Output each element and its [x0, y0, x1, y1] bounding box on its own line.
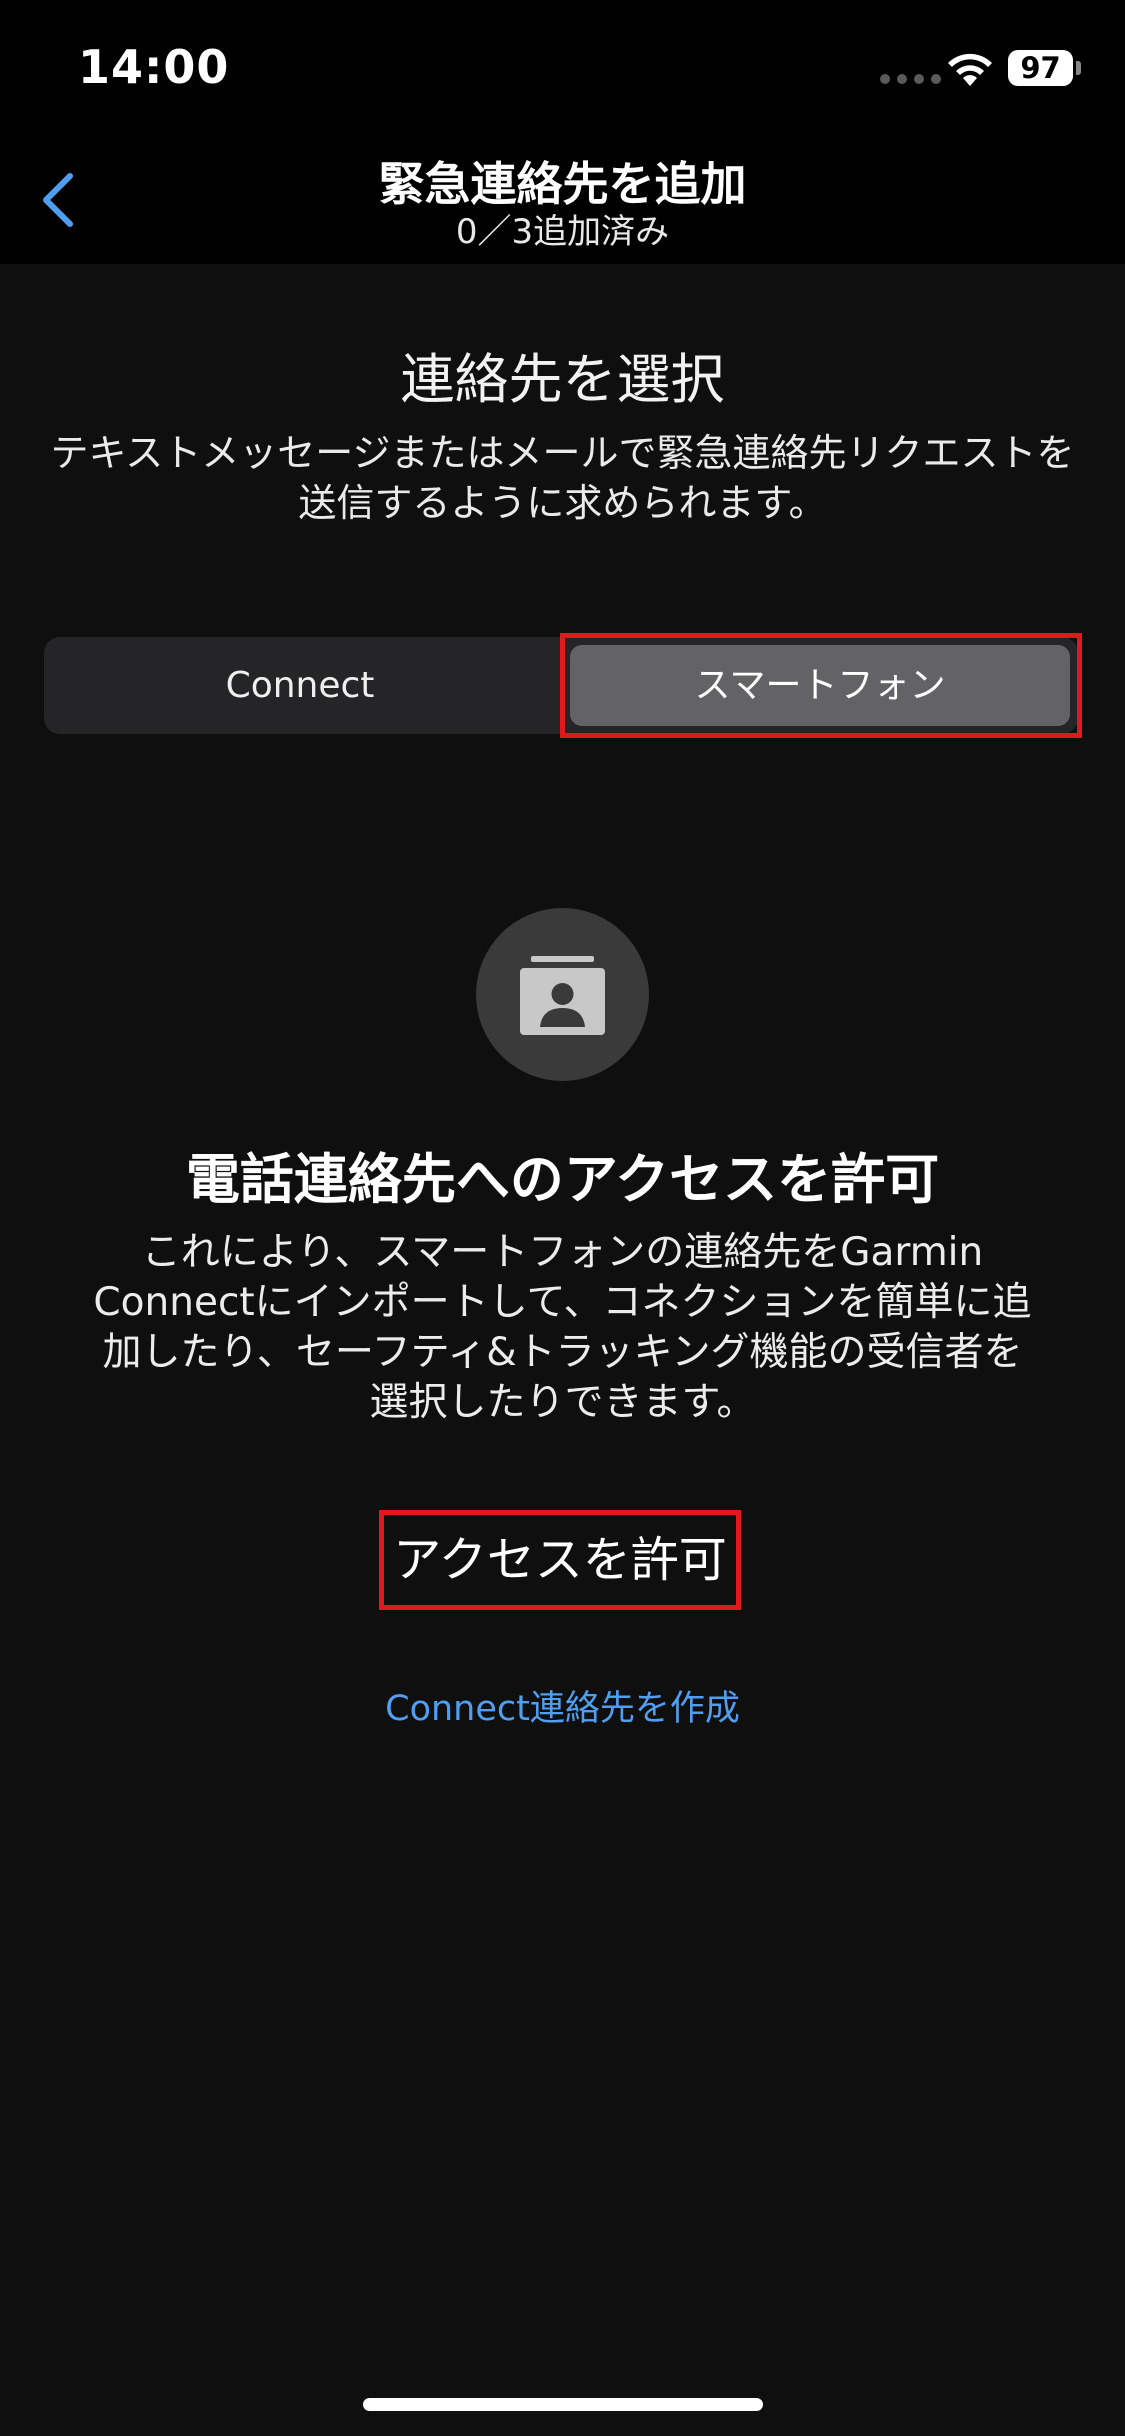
wifi-icon: [945, 50, 995, 92]
create-connect-contact-link[interactable]: Connect連絡先を作成: [0, 1680, 1125, 1731]
battery-icon: 97: [1008, 50, 1073, 86]
contact-card-icon: [476, 908, 649, 1081]
page-subtitle: 0／3追加済み: [455, 212, 670, 252]
section-title: 連絡先を選択: [400, 348, 725, 411]
status-time: 14:00: [78, 40, 230, 94]
highlight-smartphone-segment: [560, 633, 1082, 738]
permission-title: 電話連絡先へのアクセスを許可: [185, 1148, 940, 1211]
permission-description: これにより、スマートフォンの連絡先をGarmin Connectにインポートして…: [93, 1230, 1032, 1425]
segment-connect[interactable]: Connect: [44, 637, 556, 734]
status-bar: 14:00 97: [0, 0, 1125, 140]
home-indicator[interactable]: [363, 2398, 763, 2411]
battery-tip: [1076, 61, 1081, 75]
highlight-allow-button: [379, 1510, 741, 1610]
section-description: テキストメッセージまたはメールで緊急連絡先リクエストを送信するように求められます…: [50, 431, 1075, 525]
signal-dots-icon: [880, 74, 941, 84]
navigation-bar: 緊急連絡先を追加 0／3追加済み: [0, 140, 1125, 264]
